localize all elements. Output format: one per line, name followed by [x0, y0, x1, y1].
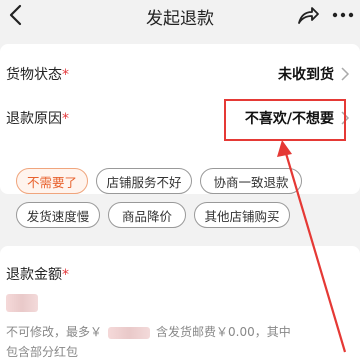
reason-chip[interactable]: 商品降价 — [108, 202, 186, 228]
refund-amount-note-line2: 包含部分红包 — [6, 345, 79, 359]
chevron-right-icon — [341, 111, 350, 125]
refund-amount-label: 退款金额* — [6, 267, 69, 283]
reason-chip[interactable]: 不需要了 — [16, 168, 88, 194]
refund-reason-label: 退款原因* — [6, 111, 69, 127]
more-icon[interactable] — [330, 5, 356, 25]
goods-status-label: 货物状态* — [6, 67, 69, 83]
refund-amount-note: 不可修改，最多￥ 含发货邮费￥0.00，其中 — [6, 325, 291, 339]
reason-chip[interactable]: 协商一致退款 — [200, 168, 302, 194]
refund-reason-value[interactable]: 不喜欢/不想要 — [245, 108, 334, 128]
blurred-max-amount — [108, 326, 151, 339]
reason-chip[interactable]: 店铺服务不好 — [96, 168, 192, 194]
share-icon[interactable] — [296, 4, 320, 26]
reason-chip-group: 不需要了 店铺服务不好 协商一致退款 发货速度慢 商品降价 其他店铺购买 — [0, 150, 360, 234]
goods-status-value[interactable]: 未收到货 — [278, 64, 334, 84]
reason-chip[interactable]: 其他店铺购买 — [194, 202, 290, 228]
refund-amount-section: 退款金额* 不可修改，最多￥ 含发货邮费￥0.00，其中 包含部分红包 — [0, 246, 360, 360]
reason-chip[interactable]: 发货速度慢 — [16, 202, 100, 228]
top-nav-bar: 发起退款 — [0, 0, 360, 30]
blurred-amount — [6, 294, 38, 312]
chevron-right-icon — [341, 67, 350, 81]
